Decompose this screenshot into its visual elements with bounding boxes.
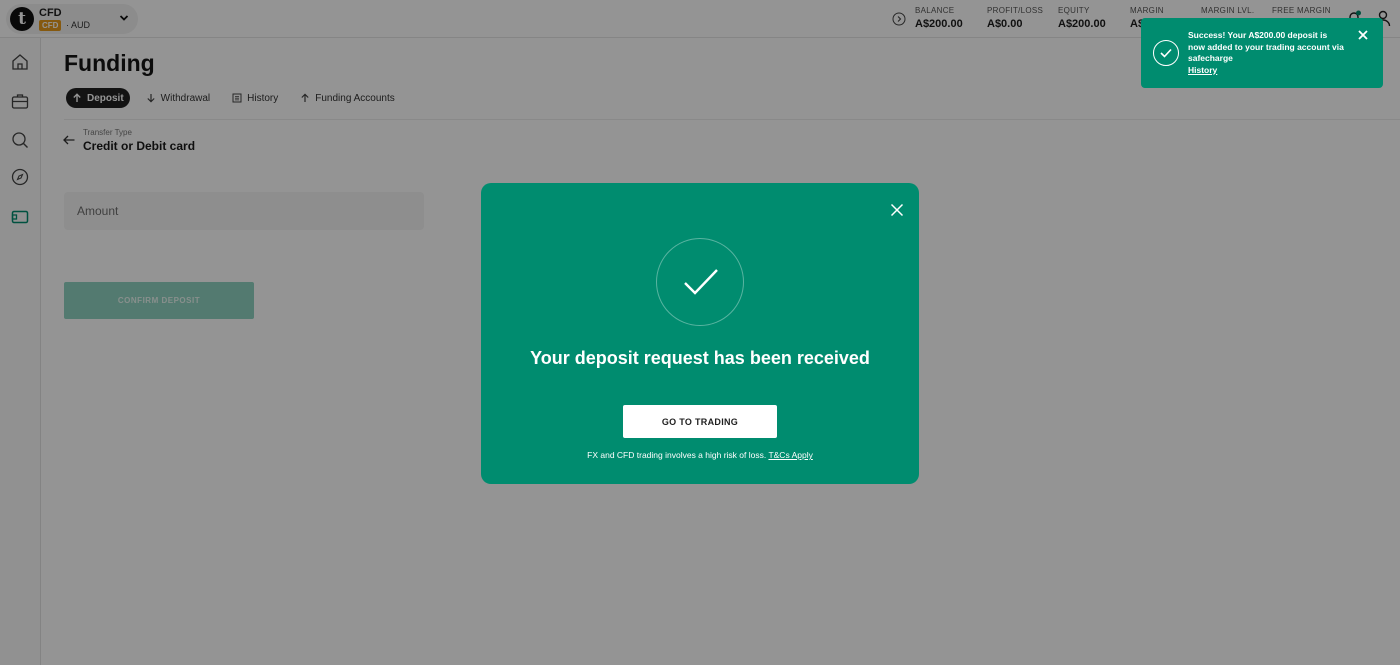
disclaimer-text: FX and CFD trading involves a high risk … <box>587 450 767 460</box>
risk-disclaimer: FX and CFD trading involves a high risk … <box>481 450 919 460</box>
toast-check-circle <box>1153 40 1179 66</box>
close-icon[interactable] <box>890 203 904 217</box>
checkmark-icon <box>1160 48 1172 58</box>
toast-history-link[interactable]: History <box>1188 65 1346 77</box>
success-toast: Success! Your A$200.00 deposit is now ad… <box>1141 18 1383 88</box>
toast-message-text: Success! Your A$200.00 deposit is now ad… <box>1188 30 1344 63</box>
modal-title: Your deposit request has been received <box>530 348 870 368</box>
checkmark-icon <box>684 269 718 295</box>
deposit-success-modal: Your deposit request has been received G… <box>481 183 919 484</box>
close-icon[interactable] <box>1358 30 1368 40</box>
toast-message: Success! Your A$200.00 deposit is now ad… <box>1188 30 1346 76</box>
app-root: t CFD CFD · AUD BALANCE A$200.00 PROFIT/… <box>0 0 1400 665</box>
go-to-trading-button[interactable]: GO TO TRADING <box>623 405 777 438</box>
tcs-link[interactable]: T&Cs Apply <box>768 450 812 460</box>
success-check-circle <box>656 238 744 326</box>
